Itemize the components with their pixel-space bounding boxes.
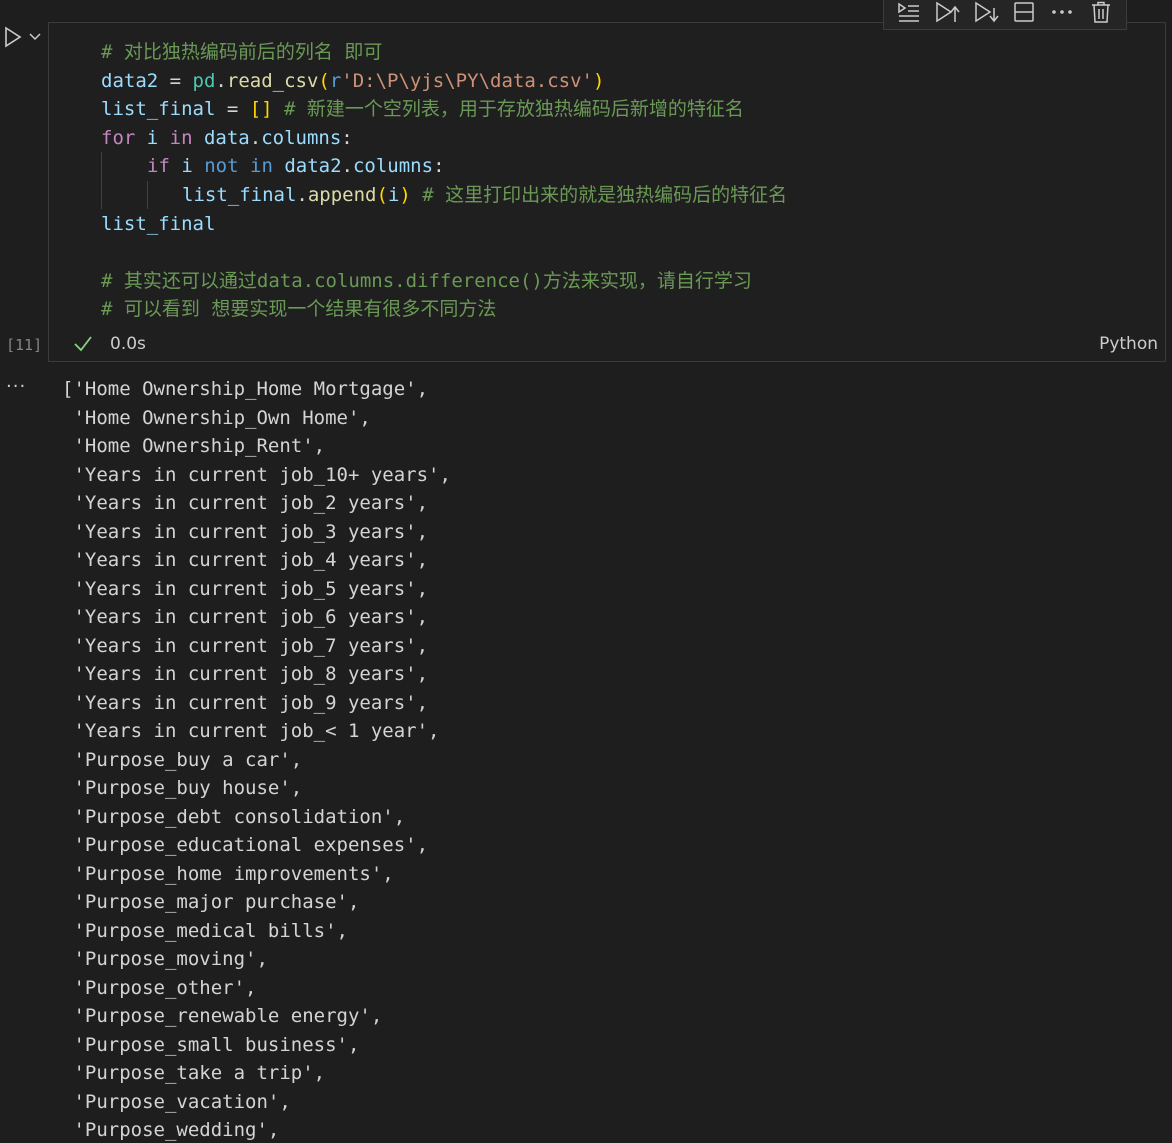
token-colon: : <box>433 155 445 178</box>
code-line-7: list_final <box>101 210 1155 239</box>
output-line: 'Years in current job_6 years', <box>62 606 429 628</box>
output-line: 'Years in current job_2 years', <box>62 492 429 514</box>
token-keyword: if <box>147 155 170 178</box>
output-line: 'Years in current job_9 years', <box>62 691 429 714</box>
token-colon: : <box>341 126 353 149</box>
token-op: = <box>158 69 193 92</box>
token-dot: . <box>341 155 353 178</box>
kernel-language-label[interactable]: Python <box>1099 333 1158 355</box>
output-line: ['Home Ownership_Home Mortgage', <box>62 378 429 400</box>
cell-output: ['Home Ownership_Home Mortgage', 'Home O… <box>62 375 451 1143</box>
cell-toolbar <box>883 0 1127 30</box>
output-line: 'Purpose_moving', <box>62 948 268 970</box>
comment: # 对比独热编码前后的列名 即可 <box>101 41 383 63</box>
code-editor[interactable]: # 对比独热编码前后的列名 即可 data2 = pd.read_csv(r'D… <box>101 38 1155 324</box>
output-line: 'Purpose_educational expenses', <box>62 834 429 856</box>
token-prefix: r <box>329 69 342 92</box>
output-line: 'Purpose_medical bills', <box>62 919 348 942</box>
code-line-4: for i in data.columns: <box>101 124 1155 153</box>
token-keyword: for <box>101 126 136 149</box>
token-attr: columns <box>261 126 342 149</box>
comment: # 这里打印出来的就是独热编码后的特征名 <box>410 183 788 206</box>
token-function: append <box>307 183 377 206</box>
token-var: i <box>135 126 170 149</box>
delete-cell-icon[interactable] <box>1087 0 1115 26</box>
execute-cells-above-icon[interactable] <box>933 0 961 26</box>
execution-time: 0.0s <box>110 334 146 354</box>
output-line: 'Years in current job_3 years', <box>62 520 429 543</box>
output-line: 'Purpose_other', <box>62 976 257 999</box>
output-line: 'Purpose_home improvements', <box>62 862 394 885</box>
token-paren: ( <box>318 69 330 92</box>
output-line: 'Years in current job_4 years', <box>62 549 429 571</box>
output-line: 'Years in current job_8 years', <box>62 663 429 685</box>
output-line: 'Home Ownership_Rent', <box>62 435 326 457</box>
execute-above-icon[interactable] <box>895 0 923 26</box>
notebook-view: # 对比独热编码前后的列名 即可 data2 = pd.read_csv(r'D… <box>0 0 1172 1143</box>
code-cell-editor[interactable]: # 对比独热编码前后的列名 即可 data2 = pd.read_csv(r'D… <box>48 22 1166 362</box>
output-line: 'Purpose_wedding', <box>62 1119 280 1141</box>
token-string: 'D:\P\yjs\PY\data.csv' <box>341 69 593 92</box>
token-module: pd <box>192 69 216 92</box>
code-line-10: # 可以看到 想要实现一个结果有很多不同方法 <box>101 295 1155 324</box>
execute-cells-below-icon[interactable] <box>972 0 1000 26</box>
code-line-1: # 对比独热编码前后的列名 即可 <box>101 38 1155 67</box>
output-line: 'Years in current job_5 years', <box>62 577 429 600</box>
token-function: read_csv <box>226 69 319 92</box>
token-var: list_final <box>182 183 297 206</box>
token-arg: i <box>387 183 400 206</box>
token-var: i <box>169 155 205 178</box>
comment: # 其实还可以通过data.columns.difference()方法来实现，… <box>101 269 752 292</box>
token-attr: columns <box>352 155 434 178</box>
token-paren: ( <box>376 183 388 206</box>
code-line-9: # 其实还可以通过data.columns.difference()方法来实现，… <box>101 267 1155 296</box>
split-cell-icon[interactable] <box>1010 0 1038 26</box>
output-line: 'Years in current job_7 years', <box>62 634 429 657</box>
output-line: 'Years in current job_10+ years', <box>62 463 451 486</box>
code-line-6: list_final.append(i) # 这里打印出来的就是独热编码后的特征… <box>101 180 1155 210</box>
token-bracket: [] <box>249 98 273 121</box>
token-dot: . <box>296 183 308 206</box>
token-op: = <box>215 98 250 121</box>
execution-count: [11] <box>6 336 43 354</box>
success-check-icon <box>72 333 94 355</box>
output-line: 'Purpose_vacation', <box>62 1090 291 1113</box>
token-var: list_final <box>101 212 216 235</box>
output-line: 'Purpose_buy a car', <box>62 748 303 771</box>
token-dot: . <box>215 69 227 92</box>
token-var: data2 <box>272 155 342 178</box>
output-line: 'Years in current job_< 1 year', <box>62 720 440 742</box>
comment: # 新建一个空列表，用于存放独热编码后新增的特征名 <box>272 98 744 121</box>
output-more-actions-icon[interactable]: ··· <box>6 376 26 397</box>
run-cell-icon[interactable] <box>2 26 24 48</box>
code-line-5: if i not in data2.columns: <box>101 152 1155 210</box>
output-line: 'Purpose_major purchase', <box>62 891 360 913</box>
output-line: 'Purpose_renewable energy', <box>62 1005 383 1027</box>
output-line: 'Purpose_buy house', <box>62 777 303 799</box>
indent-guide <box>147 180 148 209</box>
run-options-chevron-icon[interactable] <box>27 28 43 44</box>
output-line: 'Purpose_small business', <box>62 1033 360 1056</box>
output-line: 'Purpose_take a trip', <box>62 1062 326 1084</box>
token-keyword: in <box>169 126 193 149</box>
code-line-2: data2 = pd.read_csv(r'D:\P\yjs\PY\data.c… <box>101 67 1155 96</box>
code-line-3: list_final = [] # 新建一个空列表，用于存放独热编码后新增的特征… <box>101 95 1155 124</box>
token-var: data2 <box>101 69 159 92</box>
more-actions-icon[interactable] <box>1048 0 1076 26</box>
token-var: list_final <box>101 98 216 121</box>
token-dot: . <box>249 126 262 149</box>
token-paren: ) <box>592 69 605 92</box>
output-line: 'Home Ownership_Own Home', <box>62 406 371 429</box>
token-operator: not <box>204 155 239 178</box>
output-line: 'Purpose_debt consolidation', <box>62 805 406 828</box>
token-operator: in <box>250 155 273 178</box>
token-var: data <box>192 126 250 149</box>
token-paren: ) <box>399 183 411 206</box>
comment: # 可以看到 想要实现一个结果有很多不同方法 <box>101 298 497 321</box>
